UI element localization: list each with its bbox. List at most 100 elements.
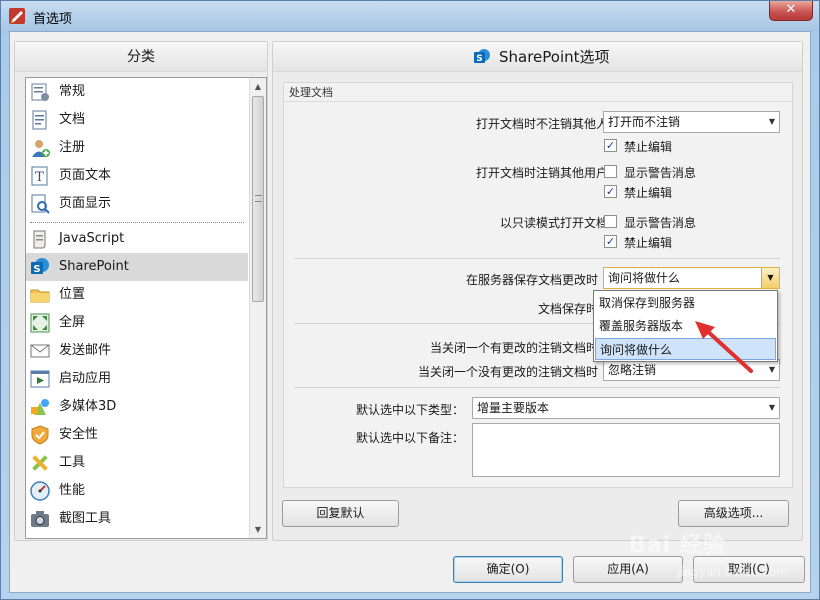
document-icon (32, 110, 47, 130)
row3-show-warning-label: 显示警告消息 (624, 216, 697, 230)
svg-text:T: T (35, 170, 44, 185)
ok-button[interactable]: 确定(O) (453, 556, 563, 583)
category-item-label: 全屏 (59, 315, 86, 330)
row2-show-warning-label: 显示警告消息 (624, 166, 697, 180)
dropdown-option[interactable]: 取消保存到服务器 (595, 292, 776, 314)
category-item-label: 启动应用 (59, 371, 112, 386)
category-item-label: 位置 (59, 287, 86, 302)
category-panel: 分类 常规文档注册 T 页面文本页面显示 JavaScript S SharePoint 位… (14, 41, 268, 541)
settings-list-icon (31, 83, 49, 101)
save-changes-label: 在服务器保存文档更改时 (466, 273, 599, 287)
scroll-up-icon[interactable]: ▲ (250, 78, 266, 95)
category-item[interactable]: 全屏 (26, 309, 248, 337)
camera-icon (31, 511, 49, 527)
watermark: Bai 经验 (629, 533, 726, 558)
row2-prohibit-edit-label: 禁止编辑 (624, 186, 673, 200)
chevron-down-icon: ▼ (768, 117, 775, 126)
category-item[interactable]: 工具 (26, 449, 248, 477)
close-unchanged-value: 忽略注销 (608, 363, 657, 377)
default-type-select[interactable]: 增量主要版本 ▼ (472, 397, 780, 419)
category-item[interactable]: 启动应用 (26, 365, 248, 393)
category-item[interactable]: JavaScript (26, 225, 248, 253)
page-zoom-icon (31, 194, 50, 214)
open-no-checkout-select[interactable]: 打开而不注销 ▼ (603, 111, 780, 133)
advanced-options-button[interactable]: 高级选项... (678, 500, 789, 527)
svg-text:S: S (476, 54, 482, 64)
default-comment-label: 默认选中以下备注： (356, 431, 465, 445)
default-comment-textarea[interactable] (472, 423, 780, 477)
open-no-checkout-label: 打开文档时不注销其他人 (476, 117, 609, 131)
category-item-label: 注册 (59, 140, 86, 155)
scroll-thumb[interactable] (252, 96, 264, 302)
category-item-label: 页面文本 (59, 168, 112, 183)
category-item-label: 发送邮件 (59, 343, 112, 358)
category-item-label: 性能 (59, 483, 86, 498)
default-type-value: 增量主要版本 (477, 401, 550, 415)
row2-show-warning-checkbox[interactable] (604, 165, 617, 178)
preferences-window: 首选项 ✕ 分类 常规文档注册 T 页面文本页面显示 JavaScript S Share… (0, 0, 820, 600)
options-header: S SharePoint选项 (273, 42, 802, 72)
launch-app-icon (30, 370, 50, 388)
row2-prohibit-edit-checkbox[interactable]: ✓ (604, 185, 617, 198)
category-item[interactable]: S SharePoint (26, 253, 248, 281)
apply-button[interactable]: 应用(A) (573, 556, 683, 583)
sharepoint-icon: S (474, 49, 490, 64)
category-item-label: 工具 (59, 455, 86, 470)
category-item[interactable]: 文档 (26, 106, 248, 134)
category-item[interactable]: 多媒体3D (26, 393, 248, 421)
category-item-label: 安全性 (59, 427, 99, 442)
title-bar: 首选项 ✕ (1, 1, 819, 31)
default-type-label: 默认选中以下类型： (356, 403, 465, 417)
save-changes-value: 询问将做什么 (608, 271, 681, 285)
window-title: 首选项 (33, 12, 73, 27)
folder-icon (30, 289, 50, 303)
category-item[interactable]: 常规 (26, 78, 248, 106)
category-item-label: SharePoint (59, 259, 129, 274)
script-icon (33, 230, 46, 249)
category-item-label: JavaScript (59, 231, 125, 246)
category-item[interactable]: 截图工具 (26, 505, 248, 533)
row3-prohibit-edit-checkbox[interactable]: ✓ (604, 235, 617, 248)
category-item[interactable]: 性能 (26, 477, 248, 505)
tools-icon (32, 455, 48, 471)
shield-icon (31, 425, 49, 445)
category-item[interactable]: 发送邮件 (26, 337, 248, 365)
category-item[interactable]: T 页面文本 (26, 162, 248, 190)
category-scrollbar[interactable]: ▲ ▼ (249, 78, 266, 538)
chevron-down-icon: ▼ (768, 365, 775, 374)
reset-defaults-button[interactable]: 回复默认 (282, 500, 399, 527)
shapes-3d-icon (31, 399, 49, 415)
category-separator (30, 222, 244, 223)
readonly-open-label: 以只读模式打开文档 (500, 216, 609, 230)
category-item-label: 多媒体3D (59, 399, 117, 414)
category-item-label: 截图工具 (59, 511, 112, 526)
save-changes-select[interactable]: 询问将做什么 ▼ (603, 267, 780, 289)
group-title: 处理文档 (289, 86, 333, 99)
sharepoint-icon: S (31, 258, 49, 275)
row3-prohibit-edit-label: 禁止编辑 (624, 236, 673, 250)
user-add-icon (32, 140, 50, 157)
row1-prohibit-edit-label: 禁止编辑 (624, 140, 673, 154)
scroll-down-icon[interactable]: ▼ (250, 521, 266, 538)
category-item[interactable]: 页面显示 (26, 190, 248, 218)
category-item[interactable]: 位置 (26, 281, 248, 309)
category-list[interactable]: 常规文档注册 T 页面文本页面显示 JavaScript S SharePoint 位置全屏… (25, 77, 267, 539)
close-button[interactable]: ✕ (769, 1, 813, 21)
close-unchanged-label: 当关闭一个没有更改的注销文档时 (418, 365, 599, 379)
close-changed-label: 当关闭一个有更改的注销文档时 (430, 341, 599, 355)
chevron-down-icon: ▼ (768, 403, 775, 412)
category-header: 分类 (15, 42, 267, 72)
gauge-icon (30, 481, 50, 501)
category-item[interactable]: 安全性 (26, 421, 248, 449)
handle-documents-group: 处理文档 打开文档时不注销其他人 打开而不注销 ▼ ✓ 禁止编辑 打开文档时注销… (283, 82, 793, 488)
category-item-label: 页面显示 (59, 196, 112, 211)
annotation-arrow-icon (695, 321, 753, 373)
category-item-label: 常规 (59, 84, 86, 99)
text-icon: T (31, 166, 48, 186)
fullscreen-icon (30, 313, 50, 333)
row3-show-warning-checkbox[interactable] (604, 215, 617, 228)
category-item[interactable]: 注册 (26, 134, 248, 162)
mail-icon (30, 344, 50, 358)
chevron-down-icon[interactable]: ▼ (761, 268, 779, 288)
row1-prohibit-edit-checkbox[interactable]: ✓ (604, 139, 617, 152)
